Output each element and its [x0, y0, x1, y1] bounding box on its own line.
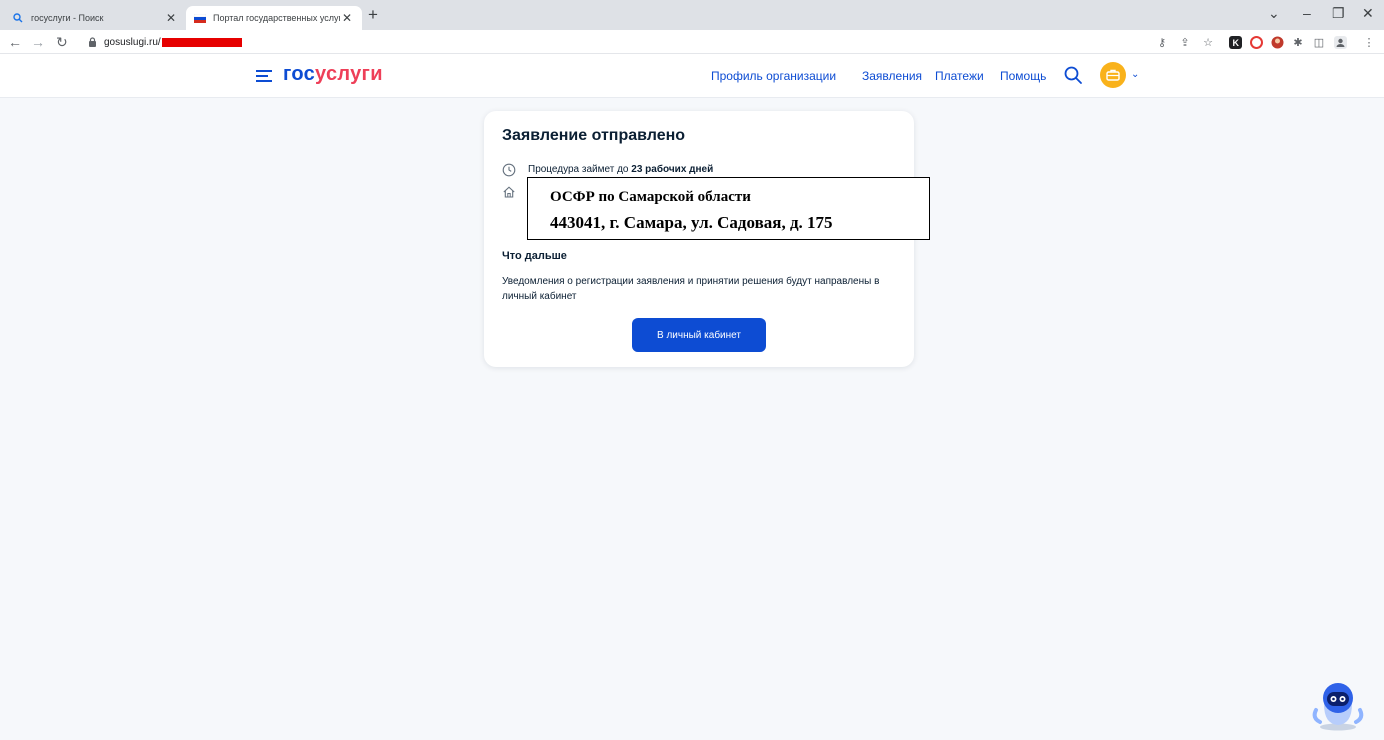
forward-icon[interactable]: →	[31, 33, 45, 51]
clock-icon	[502, 163, 516, 177]
office-address-stamp: ОСФР по Самарской области 443041, г. Сам…	[527, 177, 930, 240]
what-next-heading: Что дальше	[502, 250, 567, 262]
office-address: 443041, г. Самара, ул. Садовая, д. 175	[550, 213, 833, 232]
nav-applications[interactable]: Заявления	[862, 69, 922, 83]
nav-help[interactable]: Помощь	[1000, 69, 1046, 83]
nav-payments[interactable]: Платежи	[935, 69, 984, 83]
office-name: ОСФР по Самарской области	[550, 189, 751, 205]
back-icon[interactable]: ←	[8, 33, 22, 51]
briefcase-avatar-icon[interactable]	[1100, 62, 1126, 88]
close-window-icon[interactable]: ✕	[1362, 4, 1374, 22]
restore-icon[interactable]: ❐	[1332, 4, 1345, 22]
chevron-down-icon[interactable]: ⌄	[1131, 69, 1139, 80]
profile-icon[interactable]	[1333, 35, 1347, 49]
procedure-duration: Процедура займет до 23 рабочих дней	[528, 164, 714, 175]
new-tab-icon[interactable]: +	[368, 5, 378, 25]
svg-text:K: K	[1232, 38, 1239, 48]
menu-burger-icon[interactable]	[256, 70, 272, 82]
url-text: gosuslugi.ru/	[104, 36, 161, 48]
extension-red-icon[interactable]	[1249, 35, 1263, 49]
what-next-text: Уведомления о регистрации заявления и пр…	[502, 276, 880, 302]
tab-search-chevron-icon[interactable]: ⌄	[1268, 4, 1280, 22]
flag-icon	[194, 12, 206, 24]
nav-organization-profile[interactable]: Профиль организации	[711, 69, 836, 83]
tab-close-icon[interactable]: ✕	[164, 11, 178, 25]
extensions-puzzle-icon[interactable]: ✱	[1291, 35, 1305, 49]
redaction-mark	[161, 37, 242, 47]
tab-title: госуслуги - Поиск	[31, 13, 104, 23]
key-icon[interactable]: ⚷	[1155, 35, 1169, 49]
robot-assistant-icon[interactable]	[1310, 680, 1366, 732]
share-icon[interactable]: ⇪	[1178, 35, 1192, 49]
site-header: госуслуги Профиль организации Заявления …	[0, 54, 1384, 98]
menu-kebab-icon[interactable]: ⋮	[1362, 35, 1376, 49]
search-icon[interactable]	[1063, 65, 1083, 85]
tab-title: Портал государственных услуг	[213, 13, 340, 23]
personal-account-button[interactable]: В личный кабинет	[632, 318, 766, 352]
home-icon	[503, 186, 515, 198]
address-bar[interactable]: gosuslugi.ru/	[88, 33, 242, 51]
extension-avatar-icon[interactable]	[1270, 35, 1284, 49]
browser-tab-search[interactable]: госуслуги - Поиск ✕	[4, 6, 186, 30]
search-icon	[12, 12, 24, 24]
browser-tab-gosuslugi[interactable]: Портал государственных услуг ✕	[186, 6, 362, 30]
side-panel-icon[interactable]: ◫	[1312, 35, 1326, 49]
page-title: Заявление отправлено	[502, 127, 686, 144]
browser-tab-bar: госуслуги - Поиск ✕ Портал государственн…	[0, 0, 1384, 30]
gosuslugi-logo[interactable]: госуслуги	[283, 63, 383, 86]
tab-close-icon[interactable]: ✕	[340, 11, 354, 25]
reload-icon[interactable]: ↻	[56, 33, 68, 51]
extension-k-icon[interactable]: K	[1228, 35, 1242, 49]
lock-icon	[89, 37, 96, 47]
minimize-icon[interactable]: –	[1303, 4, 1311, 22]
bookmark-star-icon[interactable]: ☆	[1201, 35, 1215, 49]
browser-toolbar: ← → ↻ gosuslugi.ru/ ⚷ ⇪ ☆ K ✱ ◫ ⋮	[0, 30, 1384, 54]
